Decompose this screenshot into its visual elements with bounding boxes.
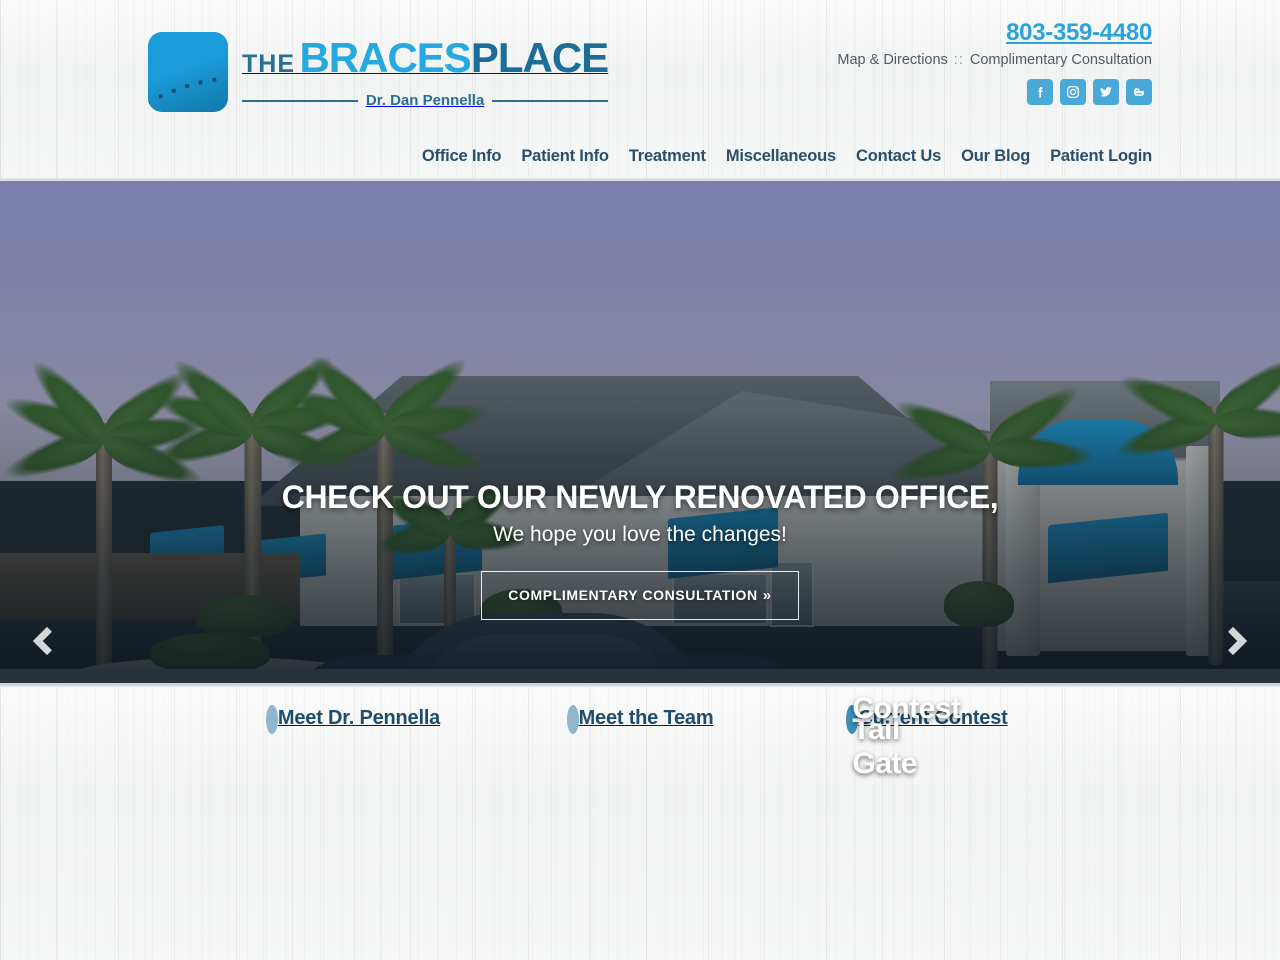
- hero-cta-button[interactable]: COMPLIMENTARY CONSULTATION»: [481, 571, 799, 620]
- team-photo: [566, 705, 579, 734]
- blogger-icon[interactable]: [1126, 79, 1152, 105]
- meet-dr-pennella-card[interactable]: Meet Dr. Pennella: [254, 705, 452, 734]
- nav-item-treatment[interactable]: Treatment: [619, 147, 716, 166]
- logo-braces: BRACES: [299, 34, 471, 81]
- social-links: [837, 79, 1152, 105]
- site-logo[interactable]: THE BRACESPLACE Dr. Dan Pennella: [148, 32, 609, 112]
- twitter-icon[interactable]: [1093, 79, 1119, 105]
- meet-the-team-card[interactable]: Meet the Team: [541, 705, 739, 734]
- logo-the: THE: [242, 50, 295, 78]
- hero-carousel: CHECK OUT OUR NEWLY RENOVATED OFFICE, We…: [0, 181, 1280, 683]
- nav-item-our-blog[interactable]: Our Blog: [951, 147, 1040, 166]
- logo-rule-right: [492, 99, 609, 102]
- hero-copy: CHECK OUT OUR NEWLY RENOVATED OFFICE, We…: [0, 477, 1280, 620]
- dr-pennella-photo: [265, 705, 278, 734]
- braces-arch-icon: [148, 32, 228, 112]
- feature-cards-section: Meet Dr. Pennella Meet the Team Current …: [0, 683, 1280, 960]
- nav-item-contact-us[interactable]: Contact Us: [846, 147, 951, 166]
- link-separator: ::: [953, 52, 964, 68]
- nav-item-patient-login[interactable]: Patient Login: [1040, 147, 1162, 166]
- chevron-left-icon[interactable]: [20, 617, 68, 665]
- current-contest-card[interactable]: Tail Gate Contest Current Contest: [828, 692, 1026, 780]
- site-header: THE BRACESPLACE Dr. Dan Pennella 803-359…: [0, 0, 1280, 181]
- hero-subtitle: We hope you love the changes!: [493, 523, 787, 546]
- nav-item-miscellaneous[interactable]: Miscellaneous: [716, 147, 846, 166]
- hero-title: CHECK OUT OUR NEWLY RENOVATED OFFICE,: [281, 479, 999, 515]
- hero-cta-label: COMPLIMENTARY CONSULTATION: [508, 587, 758, 603]
- logo-place: PLACE: [470, 34, 609, 81]
- nav-item-office-info[interactable]: Office Info: [412, 147, 511, 166]
- complimentary-consultation-link[interactable]: Complimentary Consultation: [970, 52, 1152, 68]
- logo-doctor-name: Dr. Dan Pennella: [365, 92, 485, 109]
- section-divider: [0, 683, 1280, 687]
- contest-image: Tail Gate Contest: [846, 692, 961, 780]
- logo-doctor-line: Dr. Dan Pennella: [242, 92, 609, 109]
- logo-rule-left: [242, 99, 358, 102]
- header-contact-block: 803-359-4480 Map & Directions:: Complimen…: [837, 18, 1152, 105]
- card-label-dr-pennella: Meet Dr. Pennella: [277, 707, 441, 729]
- instagram-icon[interactable]: [1060, 79, 1086, 105]
- nav-item-patient-info[interactable]: Patient Info: [511, 147, 618, 166]
- map-directions-link[interactable]: Map & Directions: [837, 52, 947, 68]
- facebook-icon[interactable]: [1027, 79, 1053, 105]
- main-navigation: Office Info Patient Info Treatment Misce…: [0, 140, 1280, 173]
- phone-number-link[interactable]: 803-359-4480: [1006, 19, 1152, 46]
- card-label-team: Meet the Team: [578, 707, 714, 729]
- chevron-right-icon[interactable]: [1212, 617, 1260, 665]
- header-utility-links: Map & Directions:: Complimentary Consulta…: [837, 50, 1152, 70]
- hero-cta-chevron: »: [762, 587, 772, 604]
